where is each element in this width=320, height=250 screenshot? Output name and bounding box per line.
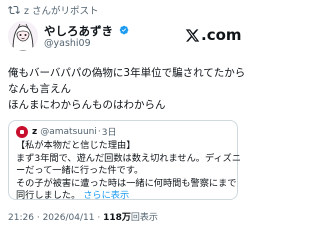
tweet-line: なんも言えん [8, 83, 71, 95]
quote-author-name[interactable]: z [32, 127, 37, 137]
repost-icon [8, 5, 20, 15]
author-name-text: やしろあずき [44, 24, 113, 38]
author-handle[interactable]: @yashi09 [44, 38, 91, 49]
quote-avatar[interactable] [16, 125, 28, 138]
tweet-meta: 21:26 · 2026/04/11 · 118万回表示 [8, 210, 158, 223]
author-display-name[interactable]: やしろあずき [44, 23, 130, 39]
x-com-logo: .com [185, 26, 242, 44]
quote-timestamp[interactable]: 3日 [102, 125, 117, 138]
meta-time[interactable]: 21:26 [8, 213, 34, 223]
quote-line-last: 同行しました。 さらに表示 [16, 190, 234, 203]
author-avatar[interactable] [8, 21, 38, 51]
x-logo-text: .com [201, 26, 242, 44]
meta-separator: · [36, 213, 40, 223]
quote-separator: · [97, 126, 101, 137]
views-label: 回表示 [130, 213, 158, 223]
tweet-line: 俺もバーバパパの偽物に3年単位で騙されてたから [8, 67, 246, 79]
quoted-tweet-card[interactable]: z @amatsuuni · 3日 【私が本物だと信じた理由】 まず3年間で、遊… [8, 120, 242, 203]
quote-text: 【私が本物だと信じた理由】 まず3年間で、遊んだ回数は数え切れません。ディズニ … [16, 140, 242, 203]
quote-line: 【私が本物だと信じた理由】 [16, 140, 136, 151]
meta-date[interactable]: 2026/04/11 [43, 213, 95, 223]
quote-author-handle[interactable]: @amatsuuni [40, 127, 97, 137]
quote-header: z @amatsuuni · 3日 [16, 125, 117, 138]
quote-last-text: 同行しました。 [16, 190, 81, 201]
views-count: 118万 [103, 213, 131, 223]
verified-badge-icon [119, 25, 129, 35]
quote-line: ーだって一緒に行った件です。 [16, 165, 144, 176]
show-more-link[interactable]: さらに表示 [83, 190, 129, 201]
meta-separator: · [97, 213, 101, 223]
repost-label: z さんがリポスト [24, 6, 99, 17]
avatar-illustration [8, 21, 38, 51]
quote-line: その子が被害に遭った時は一緒に何時間も警察にまで [16, 177, 237, 189]
quote-line: まず3年間で、遊んだ回数は数え切れません。ディズニ [16, 152, 242, 164]
repost-line[interactable]: z さんがリポスト [8, 2, 99, 18]
tweet-text: 俺もバーバパパの偽物に3年単位で騙されてたから なんも言えん ほんまにわからんも… [8, 65, 246, 113]
x-logo-icon [185, 28, 200, 42]
tweet-line: ほんまにわからんものはわからん [8, 99, 166, 111]
